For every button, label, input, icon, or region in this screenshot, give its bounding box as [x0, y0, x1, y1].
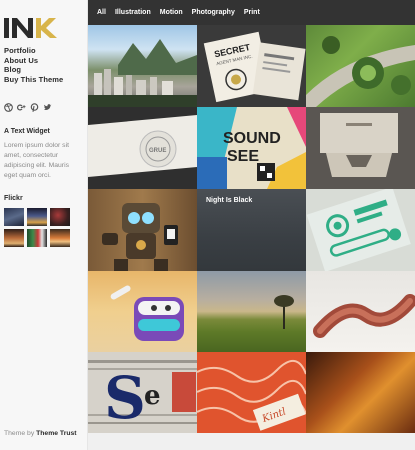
svg-text:SEE: SEE [227, 148, 259, 165]
svg-text:S: S [104, 364, 146, 432]
tile-green-print[interactable] [306, 189, 415, 271]
tile-soundseen-poster[interactable]: SOUND SEE [197, 107, 306, 189]
site-logo[interactable] [4, 16, 62, 40]
flickr-title: Flickr [4, 195, 23, 202]
tile-night-is-black[interactable]: Night Is Black [197, 189, 306, 271]
tile-business-card[interactable]: SECRET AGENT MAN INC. [197, 25, 306, 107]
flickr-gallery [4, 208, 70, 247]
nav-portfolio[interactable]: Portfolio [4, 46, 63, 56]
flickr-thumb[interactable] [4, 229, 24, 247]
text-widget-body: Lorem ipsum dolor sit amet, consectetur … [4, 142, 69, 179]
tile-robot-illustration[interactable] [88, 189, 197, 271]
nav-blog[interactable]: Blog [4, 65, 63, 75]
tile-orange-pattern[interactable]: Kintl [197, 352, 306, 433]
flickr-thumb[interactable] [4, 208, 24, 226]
sidebar: Portfolio About Us Blog Buy This Theme A… [0, 0, 88, 450]
tile-knot-render[interactable] [306, 271, 415, 352]
tile-blur-orange[interactable] [306, 352, 415, 433]
social-links [4, 103, 52, 112]
portfolio-grid: SECRET AGENT MAN INC. GRUE SOUND SEE Nig… [88, 25, 415, 433]
twitter-icon[interactable] [43, 103, 52, 112]
text-widget-title: A Text Widget [4, 128, 50, 135]
filter-illustration[interactable]: Illustration [115, 9, 151, 16]
flickr-thumb[interactable] [27, 229, 47, 247]
svg-text:SOUND: SOUND [223, 130, 281, 147]
filter-motion[interactable]: Motion [160, 9, 183, 16]
filter-photography[interactable]: Photography [192, 9, 235, 16]
tile-field-sunset[interactable] [197, 271, 306, 352]
filter-print[interactable]: Print [244, 9, 260, 16]
sidebar-nav: Portfolio About Us Blog Buy This Theme [4, 46, 63, 84]
pinterest-icon[interactable] [30, 103, 39, 112]
nav-about-us[interactable]: About Us [4, 56, 63, 66]
svg-text:GRUE: GRUE [149, 148, 166, 154]
tile-aerial-park[interactable] [306, 25, 415, 107]
footer-credit: Theme by Theme Trust [4, 429, 84, 439]
tile-city-photo[interactable] [88, 25, 197, 107]
nav-buy-theme[interactable]: Buy This Theme [4, 75, 63, 85]
filter-bar: All Illustration Motion Photography Prin… [88, 0, 415, 25]
flickr-thumb[interactable] [50, 229, 70, 247]
footer-brand-link[interactable]: Theme Trust [36, 430, 76, 437]
tile-letterpress-card[interactable] [306, 107, 415, 189]
flickr-thumb[interactable] [50, 208, 70, 226]
filter-all[interactable]: All [97, 9, 106, 16]
tile-stamp-card[interactable]: GRUE [88, 107, 197, 189]
google-plus-icon[interactable] [17, 103, 26, 112]
flickr-thumb[interactable] [27, 208, 47, 226]
footer-prefix: Theme by [4, 430, 35, 437]
dribbble-icon[interactable] [4, 103, 13, 112]
tile-caption: Night Is Black [206, 197, 253, 204]
svg-text:e: e [144, 381, 161, 411]
tile-cartoon-3d[interactable] [88, 271, 197, 352]
tile-newspaper-type[interactable]: S e [88, 352, 197, 433]
content-bottom-strip [88, 433, 415, 450]
